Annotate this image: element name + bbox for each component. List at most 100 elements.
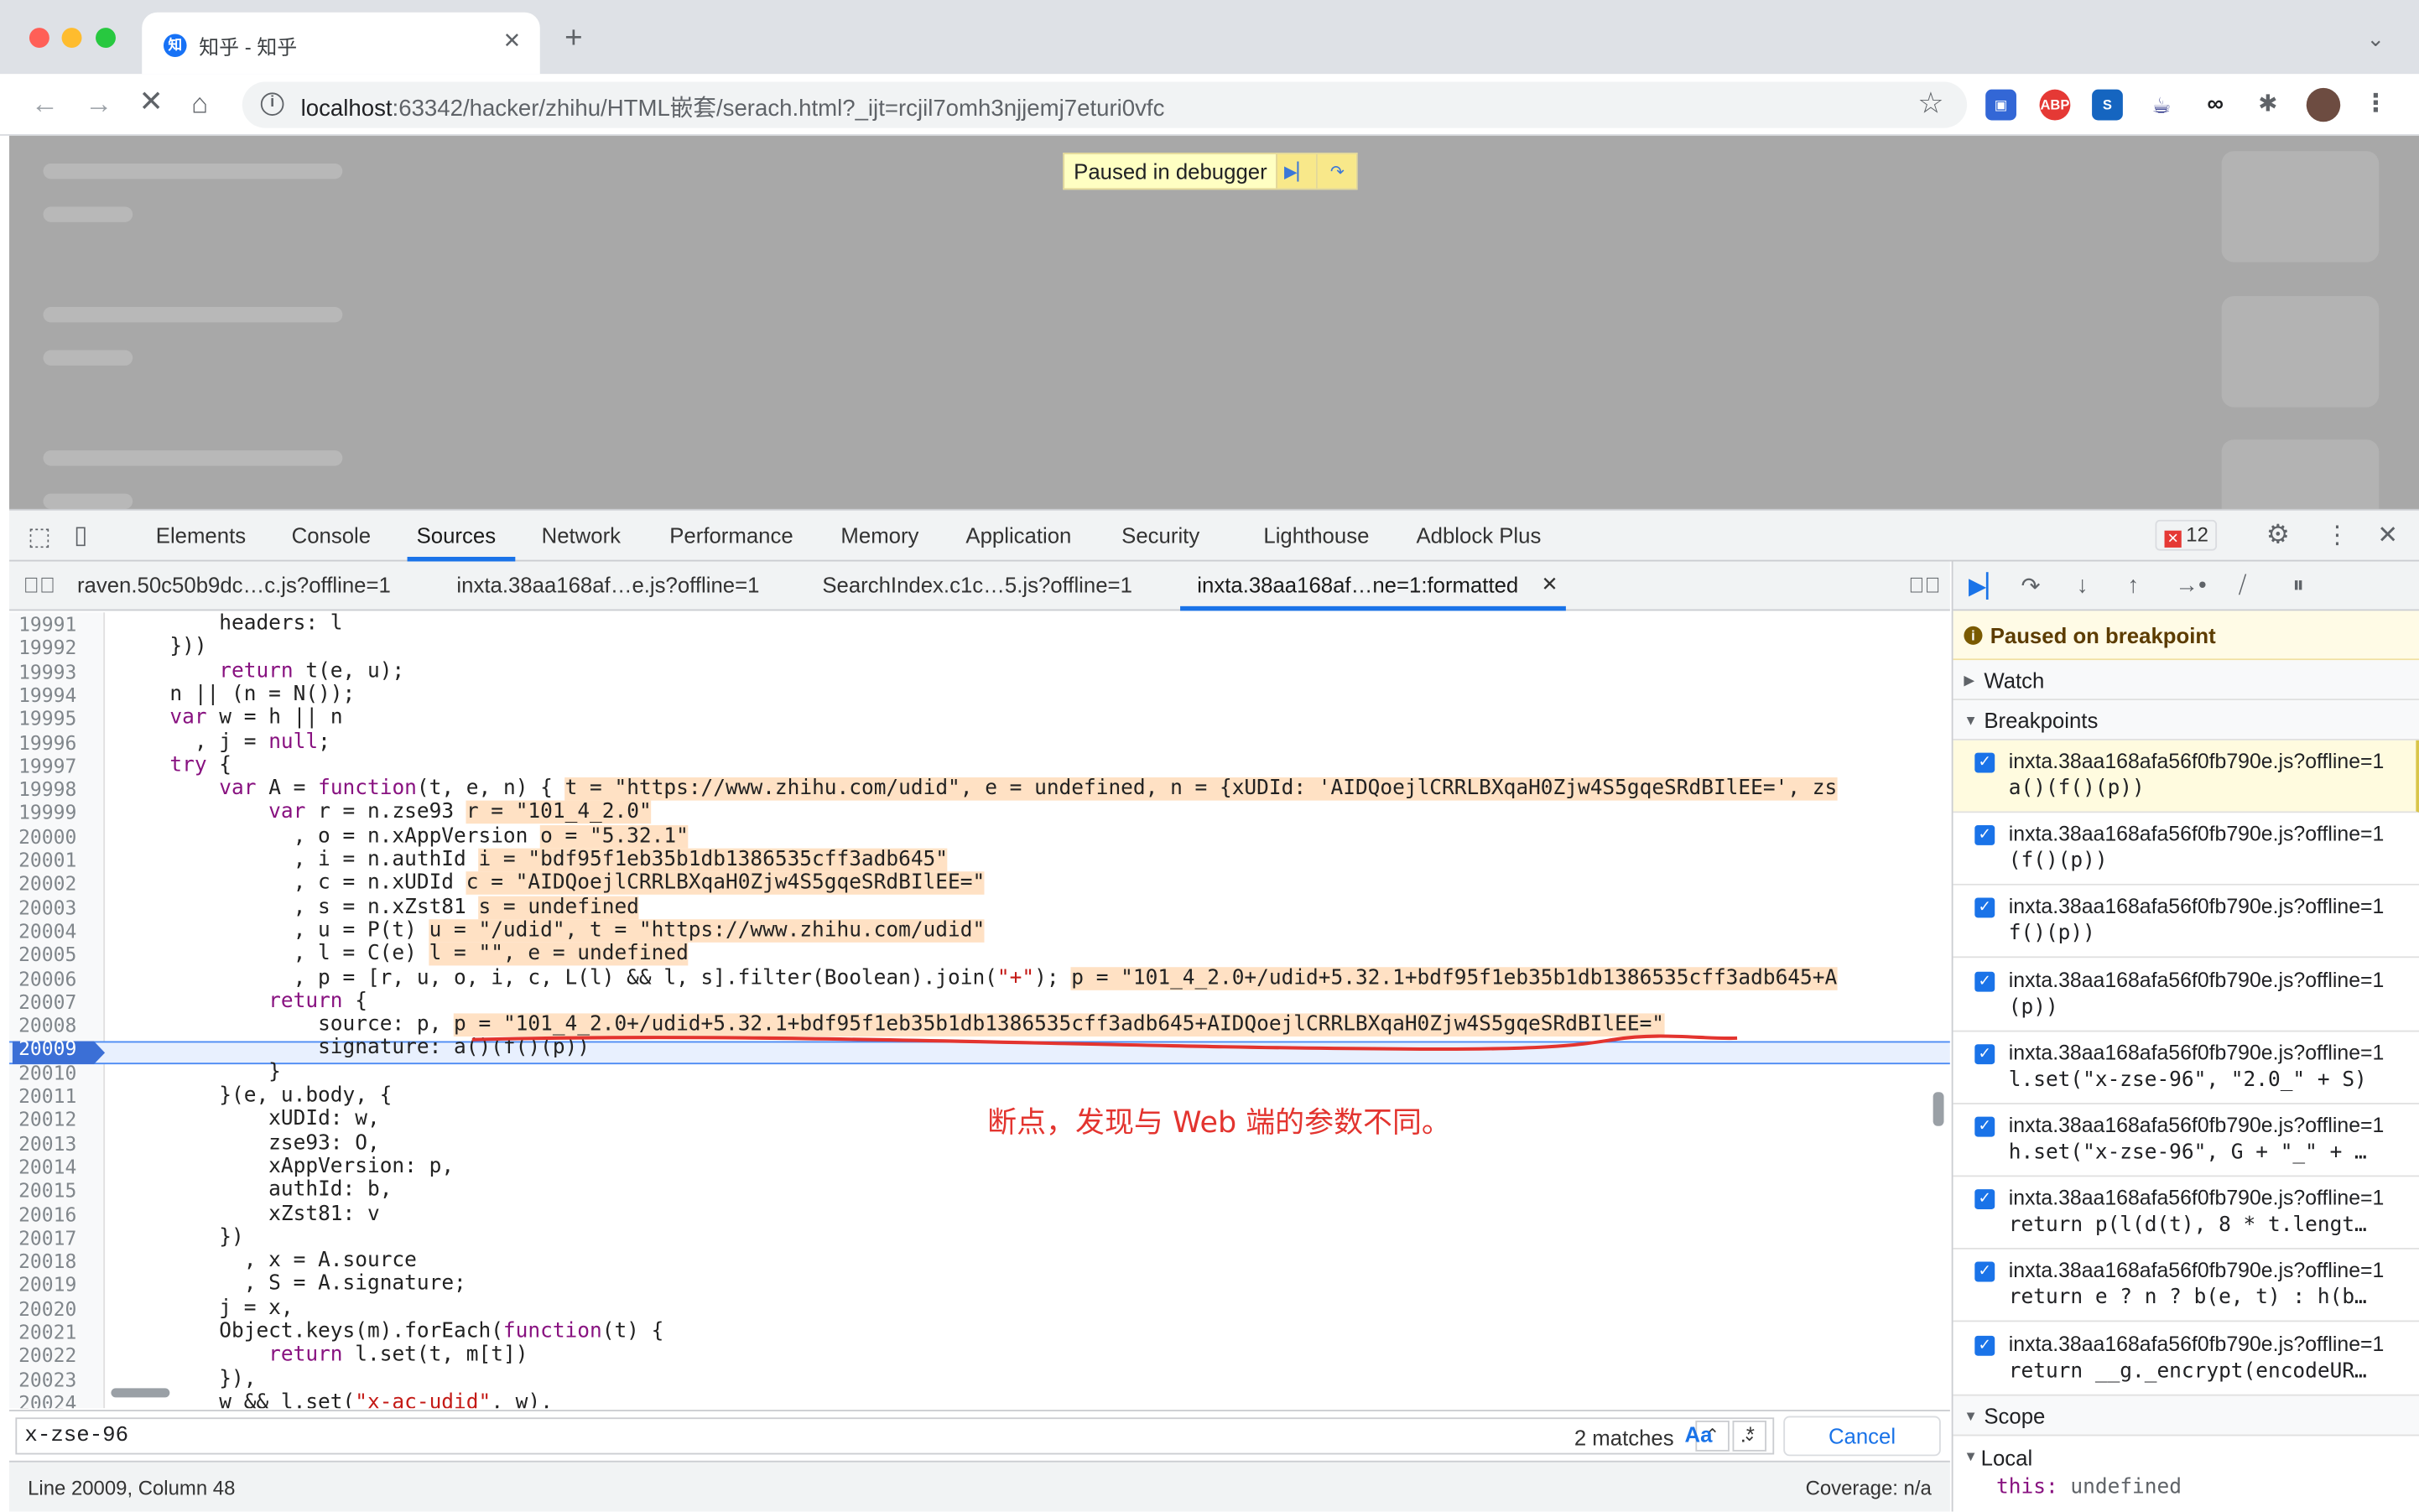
breakpoint-checkbox[interactable]: ✓ bbox=[1974, 1335, 1995, 1355]
tab-search-chevron-icon[interactable]: ⌄ bbox=[2366, 26, 2385, 52]
scope-variable-this[interactable]: this: undefined bbox=[1996, 1476, 2182, 1499]
close-file-tab-icon[interactable]: ✕ bbox=[1541, 572, 1558, 596]
extension-translate-icon[interactable]: ▣ bbox=[1985, 89, 2016, 121]
line-number[interactable]: 20019 bbox=[18, 1273, 99, 1296]
line-number[interactable]: 20002 bbox=[18, 872, 99, 896]
breakpoint-item[interactable]: ✓ inxta.38aa168afa56f0fb790e.js?offline=1… bbox=[1953, 740, 2419, 813]
step-over-icon[interactable]: ↷ bbox=[1316, 153, 1357, 189]
step-icon[interactable]: →• bbox=[2175, 572, 2206, 598]
resume-execution-icon[interactable]: ▶▏ bbox=[1969, 572, 2004, 600]
step-over-next-icon[interactable]: ↷ bbox=[2021, 572, 2040, 600]
tab-application[interactable]: Application bbox=[965, 523, 1071, 548]
pause-on-exceptions-icon[interactable]: ⏸ bbox=[2292, 572, 2304, 598]
browser-menu-icon[interactable]: ⋮ bbox=[2360, 89, 2391, 121]
close-tab-icon[interactable]: ✕ bbox=[503, 28, 522, 54]
stop-loading-icon[interactable]: ✕ bbox=[139, 86, 164, 120]
line-number[interactable]: 20007 bbox=[18, 990, 99, 1013]
line-number[interactable]: 20011 bbox=[18, 1084, 99, 1108]
file-tab[interactable]: SearchIndex.c1c…5.js?offline=1 bbox=[822, 572, 1132, 596]
tab-performance[interactable]: Performance bbox=[669, 523, 793, 548]
breakpoint-checkbox[interactable]: ✓ bbox=[1974, 1189, 1995, 1210]
line-number[interactable]: 20020 bbox=[18, 1296, 99, 1320]
devtools-menu-icon[interactable]: ⋮ bbox=[2325, 520, 2349, 551]
forward-arrow-icon[interactable]: → bbox=[85, 86, 112, 120]
line-number[interactable]: 19997 bbox=[18, 754, 99, 777]
back-arrow-icon[interactable]: ← bbox=[31, 86, 59, 120]
line-number[interactable]: 20016 bbox=[18, 1203, 99, 1226]
scope-section-header[interactable]: ▼ Scope bbox=[1953, 1395, 2419, 1437]
line-number[interactable]: 19992 bbox=[18, 636, 99, 659]
bookmark-star-icon[interactable]: ☆ bbox=[1917, 86, 1943, 122]
breakpoint-checkbox[interactable]: ✓ bbox=[1974, 825, 1995, 846]
tab-adblock-plus[interactable]: Adblock Plus bbox=[1416, 523, 1541, 548]
line-number[interactable]: 20014 bbox=[18, 1155, 99, 1178]
line-number[interactable]: 20017 bbox=[18, 1226, 99, 1250]
adblock-plus-icon[interactable]: ABP bbox=[2039, 89, 2071, 121]
line-number[interactable]: 19996 bbox=[18, 730, 99, 754]
breakpoint-checkbox[interactable]: ✓ bbox=[1974, 752, 1995, 773]
close-devtools-icon[interactable]: ✕ bbox=[2377, 520, 2398, 551]
line-number[interactable]: 20009 bbox=[18, 1037, 99, 1061]
file-tab[interactable]: raven.50c50b9dc…c.js?offline=1 bbox=[77, 572, 391, 596]
error-count-badge[interactable]: ✕ 12 bbox=[2155, 519, 2218, 551]
breakpoint-item[interactable]: ✓ inxta.38aa168afa56f0fb790e.js?offline=1… bbox=[1953, 1031, 2419, 1104]
line-number[interactable]: 19998 bbox=[18, 777, 99, 801]
extensions-puzzle-icon[interactable]: ✱ bbox=[2252, 89, 2284, 121]
vertical-scrollbar[interactable] bbox=[1933, 1092, 1944, 1126]
site-info-icon[interactable]: i bbox=[260, 92, 284, 116]
line-number[interactable]: 20003 bbox=[18, 896, 99, 919]
line-number[interactable]: 20021 bbox=[18, 1320, 99, 1343]
tab-network[interactable]: Network bbox=[542, 523, 621, 548]
breakpoint-item[interactable]: ✓ inxta.38aa168afa56f0fb790e.js?offline=1… bbox=[1953, 1104, 2419, 1177]
breakpoint-checkbox[interactable]: ✓ bbox=[1974, 898, 1995, 919]
code-editor[interactable]: 19991 19992 19993 19994 19995 19996 19997 19998… bbox=[9, 612, 1950, 1409]
line-number[interactable]: 20023 bbox=[18, 1368, 99, 1391]
extension-s-icon[interactable]: S bbox=[2092, 89, 2123, 121]
profile-avatar[interactable] bbox=[2306, 87, 2341, 122]
new-tab-icon[interactable]: + bbox=[564, 23, 582, 55]
breakpoint-item[interactable]: ✓ inxta.38aa168afa56f0fb790e.js?offline=1… bbox=[1953, 1177, 2419, 1250]
line-number[interactable]: 19995 bbox=[18, 707, 99, 730]
tab-sources[interactable]: Sources bbox=[417, 523, 496, 548]
line-number[interactable]: 19993 bbox=[18, 659, 99, 683]
regex-button[interactable]: .* bbox=[1740, 1422, 1755, 1447]
toggle-navigator-icon[interactable]: ▸⃞ bbox=[23, 572, 56, 596]
tab-console[interactable]: Console bbox=[292, 523, 371, 548]
match-case-button[interactable]: Aa bbox=[1685, 1422, 1713, 1447]
cancel-search-button[interactable]: Cancel bbox=[1783, 1416, 1941, 1457]
deactivate-breakpoints-icon[interactable]: ⧸ bbox=[2239, 572, 2246, 598]
breakpoint-checkbox[interactable]: ✓ bbox=[1974, 971, 1995, 991]
tab-memory[interactable]: Memory bbox=[840, 523, 918, 548]
step-into-icon[interactable]: ↓ bbox=[2077, 572, 2089, 598]
watch-section-header[interactable]: ▶ Watch bbox=[1953, 660, 2419, 701]
line-number[interactable]: 19999 bbox=[18, 801, 99, 824]
tab-elements[interactable]: Elements bbox=[156, 523, 246, 548]
toggle-debugger-sidebar-icon[interactable]: ◂⃞ bbox=[1908, 572, 1941, 596]
line-number[interactable]: 20015 bbox=[18, 1179, 99, 1203]
line-number[interactable]: 20006 bbox=[18, 966, 99, 990]
breakpoint-item[interactable]: ✓ inxta.38aa168afa56f0fb790e.js?offline=1… bbox=[1953, 886, 2419, 959]
zoom-window-icon[interactable] bbox=[96, 28, 116, 49]
line-number[interactable]: 20004 bbox=[18, 919, 99, 943]
line-number[interactable]: 19991 bbox=[18, 612, 99, 636]
line-number[interactable]: 20005 bbox=[18, 943, 99, 966]
extension-java-icon[interactable]: ☕ bbox=[2146, 89, 2177, 121]
line-number[interactable]: 20013 bbox=[18, 1131, 99, 1155]
breakpoint-checkbox[interactable]: ✓ bbox=[1974, 1043, 1995, 1064]
line-number[interactable]: 20008 bbox=[18, 1014, 99, 1037]
line-number[interactable]: 20001 bbox=[18, 849, 99, 872]
line-number[interactable]: 19994 bbox=[18, 683, 99, 707]
file-tab[interactable]: inxta.38aa168af…e.js?offline=1 bbox=[456, 572, 759, 596]
address-bar[interactable]: i localhost:63342/hacker/zhihu/HTML嵌套/se… bbox=[242, 81, 1968, 128]
line-number[interactable]: 20000 bbox=[18, 824, 99, 848]
tab-security[interactable]: Security bbox=[1121, 523, 1199, 548]
breakpoint-item[interactable]: ✓ inxta.38aa168afa56f0fb790e.js?offline=1… bbox=[1953, 813, 2419, 886]
breakpoint-checkbox[interactable]: ✓ bbox=[1974, 1116, 1995, 1137]
line-number[interactable]: 20018 bbox=[18, 1250, 99, 1273]
search-input[interactable]: x-zse-96 2 matches ⌃ ⌄ bbox=[15, 1417, 1775, 1455]
extension-link-icon[interactable]: ∞ bbox=[2199, 89, 2231, 121]
line-number[interactable]: 20022 bbox=[18, 1344, 99, 1368]
breakpoint-item[interactable]: ✓ inxta.38aa168afa56f0fb790e.js?offline=1… bbox=[1953, 1250, 2419, 1322]
minimize-window-icon[interactable] bbox=[61, 28, 82, 49]
settings-gear-icon[interactable]: ⚙ bbox=[2266, 520, 2290, 551]
